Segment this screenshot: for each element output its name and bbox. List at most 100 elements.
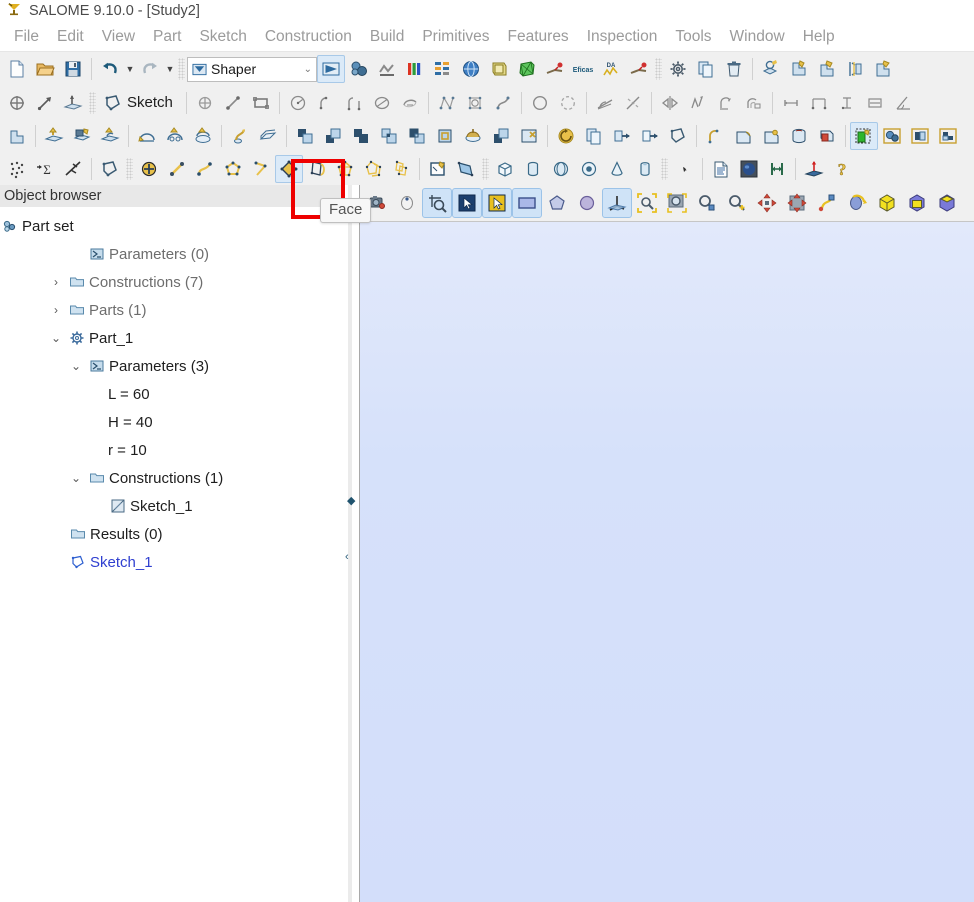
select-neutral-button[interactable]	[452, 188, 482, 218]
rotation-point-button[interactable]	[812, 188, 842, 218]
menu-window[interactable]: Window	[721, 26, 794, 48]
redo-button[interactable]	[136, 55, 164, 83]
face-button[interactable]	[275, 154, 303, 183]
panel-splitter[interactable]: ◆ ‹	[341, 185, 359, 902]
arc-tool-button[interactable]	[554, 89, 582, 117]
subshapes-button[interactable]	[424, 155, 452, 183]
top-view-button[interactable]	[932, 188, 962, 218]
wire-button[interactable]	[191, 155, 219, 183]
union-group-button[interactable]	[813, 55, 841, 83]
global-panning-button[interactable]	[782, 188, 812, 218]
horizontal-distance-button[interactable]	[861, 89, 889, 117]
draft-button[interactable]	[757, 122, 785, 150]
tree-node-part-1[interactable]: ⌄ Part_1	[0, 324, 341, 352]
export-button[interactable]	[636, 122, 664, 150]
toolbar-grip-4[interactable]	[126, 157, 133, 180]
save-document-button[interactable]	[59, 55, 87, 83]
menu-sketch[interactable]: Sketch	[190, 26, 255, 48]
tree-arrow[interactable]: ⌄	[68, 471, 84, 485]
point-button[interactable]	[191, 89, 219, 117]
tree-node-part-set[interactable]: Part set	[0, 212, 341, 240]
toolbar-grip-6[interactable]	[661, 157, 668, 180]
group-button[interactable]	[813, 122, 841, 150]
group-addition-button[interactable]	[906, 122, 934, 150]
solid-button[interactable]	[331, 155, 359, 183]
offset-button[interactable]	[740, 89, 768, 117]
arc-button[interactable]	[312, 89, 340, 117]
tree-node-sketch-1-construction[interactable]: Sketch_1	[0, 492, 341, 520]
vertex-button[interactable]	[135, 155, 163, 183]
copy-feature-button[interactable]	[580, 122, 608, 150]
bspline-button[interactable]	[433, 89, 461, 117]
panning-button[interactable]	[752, 188, 782, 218]
wire-partial-button[interactable]	[247, 155, 275, 183]
cylinder-button[interactable]	[519, 155, 547, 183]
extrusion-button[interactable]	[3, 122, 31, 150]
zoom-in-button[interactable]	[722, 188, 752, 218]
fuse-button[interactable]	[347, 122, 375, 150]
fill-button[interactable]	[459, 122, 487, 150]
sketch-button[interactable]: Sketch	[98, 89, 182, 117]
compound-button[interactable]	[387, 155, 415, 183]
polyline-build-button[interactable]	[59, 155, 87, 183]
interpolation-button[interactable]	[489, 89, 517, 117]
new-part-button[interactable]	[3, 89, 31, 117]
group-substraction-button[interactable]	[934, 122, 962, 150]
plane-button[interactable]	[59, 89, 87, 117]
axis-button[interactable]	[31, 89, 59, 117]
revolution-cut-button[interactable]	[161, 122, 189, 150]
splitter-handle[interactable]	[348, 185, 352, 902]
loft-button[interactable]	[254, 122, 282, 150]
group-create-button[interactable]	[850, 121, 878, 150]
distance-measure-button[interactable]	[763, 155, 791, 183]
wire-closed-button[interactable]	[219, 155, 247, 183]
tree-node-results-0[interactable]: Results (0)	[0, 520, 341, 548]
revolution-button[interactable]	[133, 122, 161, 150]
field-button[interactable]	[878, 122, 906, 150]
viewer-canvas-3d[interactable]	[360, 221, 974, 902]
intersect-group-button[interactable]	[841, 55, 869, 83]
toolbar-grip[interactable]	[178, 58, 185, 80]
box-button[interactable]	[491, 155, 519, 183]
toolbar-grip-2[interactable]	[655, 58, 662, 80]
groove-button[interactable]	[785, 122, 813, 150]
fillet-button[interactable]	[591, 89, 619, 117]
cut-group-button[interactable]	[869, 55, 897, 83]
create-group-button[interactable]	[757, 55, 785, 83]
module-button-jobmanager[interactable]	[457, 55, 485, 83]
module-button-yacs[interactable]	[429, 55, 457, 83]
front-view-button[interactable]	[872, 188, 902, 218]
sphere-button[interactable]	[547, 155, 575, 183]
fit-all-button[interactable]	[632, 188, 662, 218]
menu-view[interactable]: View	[93, 26, 144, 48]
copy-button[interactable]	[692, 55, 720, 83]
delete-button[interactable]	[720, 55, 748, 83]
vertex-cloud-button[interactable]	[3, 155, 31, 183]
menu-construction[interactable]: Construction	[256, 26, 361, 48]
inspection-button[interactable]	[735, 155, 763, 183]
module-button-pyhello[interactable]	[625, 55, 653, 83]
pipe-button[interactable]	[226, 122, 254, 150]
menu-features[interactable]: Features	[499, 26, 578, 48]
circle-button[interactable]	[284, 89, 312, 117]
fit-area-button[interactable]	[662, 188, 692, 218]
module-button-paravis[interactable]	[401, 55, 429, 83]
tree-node-param-r[interactable]: r = 10	[0, 436, 341, 464]
translation-button[interactable]	[684, 89, 712, 117]
circle-tool-button[interactable]	[526, 89, 554, 117]
tree-node-param-h[interactable]: H = 40	[0, 408, 341, 436]
undo-button[interactable]	[96, 55, 124, 83]
selection-mode-button[interactable]	[422, 188, 452, 218]
open-document-button[interactable]	[31, 55, 59, 83]
bspline-periodic-button[interactable]	[461, 89, 489, 117]
shell-button[interactable]	[303, 155, 331, 183]
new-document-button[interactable]	[3, 55, 31, 83]
revolution-fuse-button[interactable]	[189, 122, 217, 150]
tree-node-constructions-1[interactable]: ⌄ Constructions (1)	[0, 464, 341, 492]
module-button-geometry[interactable]	[345, 55, 373, 83]
mirror-button[interactable]	[656, 89, 684, 117]
preferences-button[interactable]	[664, 55, 692, 83]
menu-help[interactable]: Help	[794, 26, 844, 48]
menu-file[interactable]: File	[5, 26, 48, 48]
python-script-button[interactable]	[707, 155, 735, 183]
